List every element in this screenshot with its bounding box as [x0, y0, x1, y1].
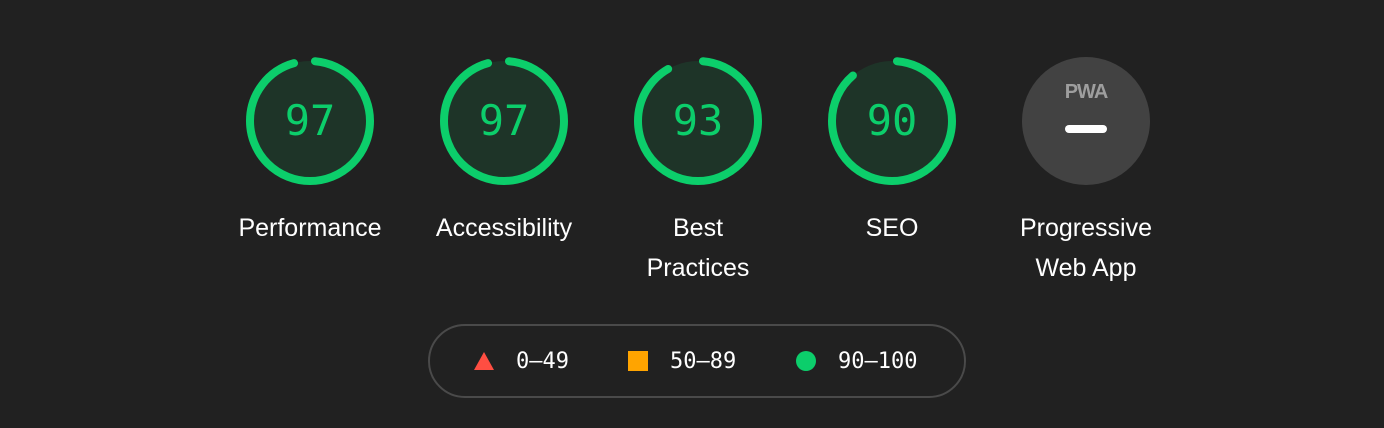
- score-legend: 0–49 50–89 90–100: [428, 324, 966, 398]
- legend-range: 50–89: [670, 348, 737, 374]
- gauge-label: Best Practices: [646, 214, 750, 282]
- square-icon: [628, 351, 648, 371]
- pwa-dash-icon: [1065, 125, 1107, 133]
- gauge-label: Progressive Web App: [1020, 214, 1152, 282]
- gauge-score: 97: [284, 96, 336, 145]
- triangle-icon: [474, 352, 494, 370]
- circle-icon: [796, 351, 816, 371]
- gauge-score: 90: [866, 96, 918, 145]
- gauge-label: SEO: [865, 214, 919, 242]
- legend-item-fail: 0–49: [474, 326, 569, 396]
- gauge-accessibility[interactable]: 97 Accessibility: [414, 54, 594, 294]
- gauge-best-practices[interactable]: 93 Best Practices: [608, 54, 788, 294]
- gauge-score: 97: [478, 96, 530, 145]
- gauge-pwa[interactable]: PWA Progressive Web App: [996, 54, 1176, 294]
- gauge-score: 93: [672, 96, 724, 145]
- gauge-label: Performance: [238, 214, 382, 242]
- legend-item-pass: 90–100: [796, 326, 917, 396]
- pwa-badge-text: PWA: [1065, 81, 1108, 103]
- legend-range: 0–49: [516, 348, 569, 374]
- score-gauges: 97 Performance 97 Accessibility 93 Best …: [0, 0, 1384, 300]
- legend-item-average: 50–89: [628, 326, 736, 396]
- gauge-performance[interactable]: 97 Performance: [220, 54, 400, 294]
- gauge-label: Accessibility: [435, 214, 573, 242]
- legend-range: 90–100: [838, 348, 918, 374]
- gauge-seo[interactable]: 90 SEO: [802, 54, 982, 294]
- pwa-badge: PWA: [1022, 57, 1150, 185]
